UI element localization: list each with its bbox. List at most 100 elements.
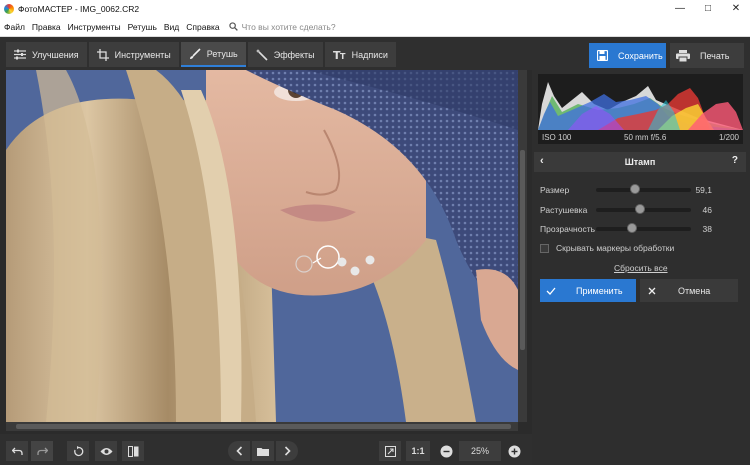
stamp-panel-header: ‹ Штамп ? bbox=[534, 152, 746, 172]
menu-help[interactable]: Справка bbox=[186, 22, 219, 32]
checkmark-icon bbox=[546, 287, 556, 295]
zoom-out-button[interactable] bbox=[436, 441, 456, 461]
tab-text-label: Надписи bbox=[351, 49, 388, 60]
brush-icon bbox=[189, 47, 201, 59]
undo-button[interactable] bbox=[6, 441, 28, 461]
slider-feather-label: Растушевка bbox=[540, 205, 588, 215]
menu-tools[interactable]: Инструменты bbox=[68, 22, 121, 32]
close-x-icon bbox=[648, 287, 656, 294]
maximize-icon[interactable]: □ bbox=[694, 0, 722, 17]
slider-size: Размер 59,1 bbox=[540, 183, 740, 197]
printer-icon bbox=[676, 49, 690, 62]
menu-bar: Файл Правка Инструменты Ретушь Вид Справ… bbox=[0, 17, 750, 37]
rotate-button[interactable] bbox=[67, 441, 89, 461]
redo-icon bbox=[36, 447, 48, 455]
help-icon[interactable]: ? bbox=[732, 155, 738, 166]
shutter-value: 1/200 bbox=[718, 132, 739, 142]
menu-view[interactable]: Вид bbox=[164, 22, 179, 32]
save-label: Сохранить bbox=[618, 50, 663, 61]
back-arrow-icon[interactable]: ‹ bbox=[540, 155, 544, 167]
hide-markers-option[interactable]: Скрывать маркеры обработки bbox=[540, 243, 674, 253]
horizontal-scrollbar[interactable] bbox=[6, 422, 518, 431]
svg-text:T: T bbox=[340, 52, 346, 60]
print-button[interactable]: Печать bbox=[670, 43, 744, 68]
slider-opacity-knob[interactable] bbox=[627, 223, 638, 233]
slider-size-knob[interactable] bbox=[629, 184, 640, 194]
tab-retouch-label: Ретушь bbox=[206, 48, 238, 59]
tab-effects-label: Эффекты bbox=[273, 49, 315, 60]
tab-effects[interactable]: Эффекты bbox=[247, 42, 323, 67]
hide-markers-checkbox[interactable] bbox=[540, 243, 549, 253]
window-title: ФотоМАСТЕР - IMG_0062.CR2 bbox=[18, 3, 140, 14]
actual-size-button[interactable]: 1:1 bbox=[406, 441, 430, 461]
zoom-level[interactable]: 25% bbox=[459, 441, 501, 461]
zoom-in-button[interactable] bbox=[504, 441, 524, 461]
zoom-out-icon bbox=[440, 445, 452, 457]
cancel-label: Отмена bbox=[678, 285, 711, 296]
apply-button[interactable]: Применить bbox=[540, 279, 636, 302]
tab-tools[interactable]: Инструменты bbox=[88, 42, 179, 67]
slider-feather: Растушевка 46 bbox=[540, 203, 740, 217]
tab-text[interactable]: TT Надписи bbox=[324, 42, 396, 67]
menu-retouch[interactable]: Ретушь bbox=[128, 22, 157, 32]
histogram-graph bbox=[538, 82, 743, 130]
slider-opacity-label: Прозрачность bbox=[540, 224, 596, 234]
slider-feather-track[interactable] bbox=[596, 204, 691, 214]
app-logo-icon bbox=[4, 3, 14, 14]
portrait-photo bbox=[6, 70, 518, 422]
menu-search[interactable]: Что вы хотите сделать? bbox=[228, 21, 336, 32]
fit-screen-button[interactable] bbox=[379, 441, 401, 461]
zoom-in-icon bbox=[508, 445, 520, 457]
save-button[interactable]: Сохранить bbox=[589, 43, 666, 68]
reset-all-link[interactable]: Сбросить все bbox=[614, 263, 668, 273]
vertical-scrollbar[interactable] bbox=[518, 70, 527, 422]
sliders-icon bbox=[14, 49, 26, 60]
exif-info: ISO 100 50 mm f/5.6 1/200 bbox=[538, 130, 743, 144]
search-icon bbox=[228, 22, 238, 31]
print-label: Печать bbox=[700, 50, 730, 61]
fit-screen-icon bbox=[384, 445, 396, 457]
slider-feather-value: 46 bbox=[702, 205, 712, 215]
slider-size-value: 59,1 bbox=[695, 185, 712, 195]
photo-canvas[interactable] bbox=[6, 70, 518, 422]
floppy-icon bbox=[597, 50, 608, 61]
slider-size-label: Размер bbox=[540, 185, 570, 195]
slider-opacity-value: 38 bbox=[702, 224, 712, 234]
apply-label: Применить bbox=[576, 285, 623, 296]
undo-icon bbox=[11, 447, 23, 455]
compare-button[interactable] bbox=[122, 441, 144, 461]
crop-icon bbox=[96, 48, 109, 61]
iso-value: ISO 100 bbox=[542, 132, 572, 142]
lens-value: 50 mm f/5.6 bbox=[624, 132, 667, 142]
slider-opacity-track[interactable] bbox=[596, 223, 691, 233]
menu-edit[interactable]: Правка bbox=[32, 22, 61, 32]
slider-size-track[interactable] bbox=[596, 184, 691, 194]
redo-button[interactable] bbox=[31, 441, 53, 461]
eye-icon bbox=[100, 447, 112, 455]
text-icon: TT bbox=[333, 49, 346, 60]
horizontal-scroll-thumb[interactable] bbox=[16, 424, 511, 429]
chevron-right-icon bbox=[284, 446, 291, 456]
slider-feather-knob[interactable] bbox=[634, 204, 645, 214]
magic-wand-icon bbox=[255, 48, 268, 61]
prev-image-button[interactable] bbox=[228, 441, 250, 461]
rotate-icon bbox=[73, 445, 83, 456]
tab-tools-label: Инструменты bbox=[114, 49, 171, 60]
tab-enhance-label: Улучшения bbox=[32, 49, 79, 60]
open-folder-button[interactable] bbox=[252, 441, 274, 461]
chevron-left-icon bbox=[235, 446, 242, 456]
compare-icon bbox=[127, 445, 138, 457]
folder-icon bbox=[257, 447, 269, 456]
tab-retouch[interactable]: Ретушь bbox=[180, 42, 246, 67]
menu-file[interactable]: Файл bbox=[4, 22, 25, 32]
vertical-scroll-thumb[interactable] bbox=[520, 150, 525, 350]
hide-markers-label: Скрывать маркеры обработки bbox=[556, 243, 675, 253]
title-bar: ФотоМАСТЕР - IMG_0062.CR2 — □ ✕ bbox=[0, 0, 750, 17]
preview-button[interactable] bbox=[95, 441, 117, 461]
search-placeholder: Что вы хотите сделать? bbox=[241, 21, 336, 32]
minimize-icon[interactable]: — bbox=[666, 0, 694, 17]
close-icon[interactable]: ✕ bbox=[722, 0, 750, 17]
tab-enhance[interactable]: Улучшения bbox=[6, 42, 87, 67]
next-image-button[interactable] bbox=[276, 441, 298, 461]
cancel-button[interactable]: Отмена bbox=[640, 279, 738, 302]
